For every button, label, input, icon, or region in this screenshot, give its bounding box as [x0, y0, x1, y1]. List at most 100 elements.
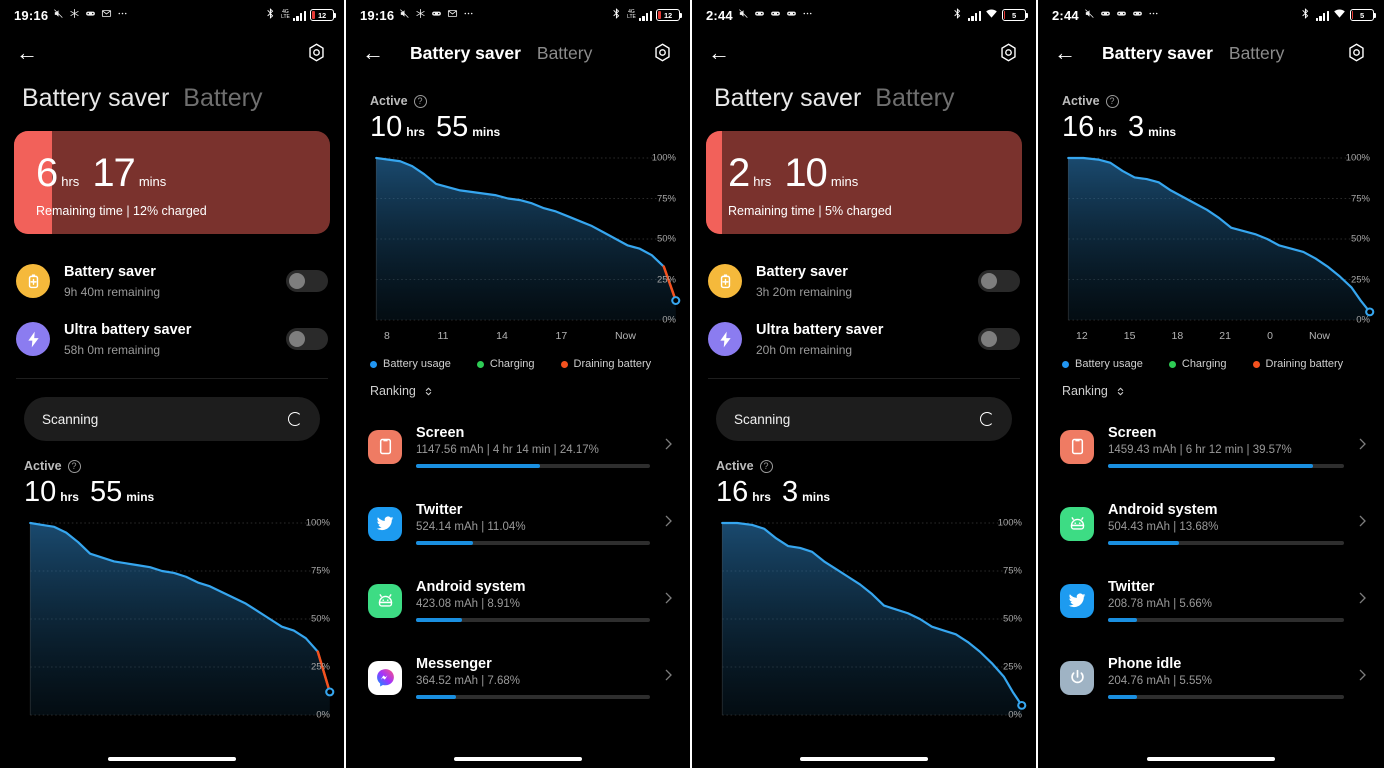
help-icon[interactable]: ? — [413, 94, 427, 108]
app-ranking-row[interactable]: Phone idle 204.76 mAh | 5.55% — [1060, 639, 1370, 716]
saver-subtitle: 3h 20m remaining — [756, 284, 853, 299]
active-label: Active — [716, 459, 754, 473]
screen-icon — [368, 429, 402, 464]
active-label: Active — [370, 94, 408, 108]
home-indicator[interactable] — [108, 757, 236, 761]
active-hours: 16 — [716, 476, 749, 508]
saver-row[interactable]: Battery saver 9h 40m remaining — [16, 252, 328, 310]
battery-percent-label: 5 — [1012, 10, 1016, 20]
saver-title: Battery saver — [64, 264, 156, 281]
y-axis-tick: 25% — [656, 274, 676, 285]
home-indicator[interactable] — [800, 757, 928, 761]
app-usage-meta: 1459.43 mAh | 6 hr 12 min | 39.57% — [1108, 444, 1292, 456]
tab-battery-saver[interactable]: Battery saver — [410, 43, 521, 64]
sort-arrows-icon[interactable] — [1114, 385, 1127, 398]
saver-toggle[interactable] — [978, 270, 1020, 292]
app-ranking-row[interactable]: Android system 504.43 mAh | 13.68% — [1060, 485, 1370, 562]
remaining-time-value: 2 hrs 10 mins — [728, 153, 1022, 193]
tab-battery-saver[interactable]: Battery saver — [714, 84, 861, 113]
app-usage-bar-fill — [416, 695, 456, 699]
home-indicator[interactable] — [454, 757, 582, 761]
back-icon[interactable]: ← — [1054, 42, 1080, 64]
app-usage-bar — [416, 464, 650, 468]
app-ranking-row[interactable]: Android system 423.08 mAh | 8.91% — [368, 562, 676, 639]
settings-icon[interactable] — [1346, 42, 1368, 64]
back-icon[interactable]: ← — [362, 42, 388, 64]
app-ranking-row[interactable]: Screen 1459.43 mAh | 6 hr 12 min | 39.57… — [1060, 408, 1370, 485]
settings-icon[interactable] — [652, 42, 674, 64]
app-ranking-row[interactable]: Twitter 208.78 mAh | 5.66% — [1060, 562, 1370, 639]
scanning-button[interactable]: Scanning — [24, 397, 320, 441]
home-indicator[interactable] — [1147, 757, 1275, 761]
battery-icon: 5 — [1350, 9, 1377, 21]
app-ranking-row[interactable]: Twitter 524.14 mAh | 11.04% — [368, 485, 676, 562]
x-axis-tick: 14 — [496, 330, 508, 342]
wifi-icon — [985, 7, 998, 23]
ranking-header[interactable]: Ranking — [1038, 370, 1384, 402]
page-title-tabs: Battery saver Battery — [0, 76, 344, 119]
saver-toggle[interactable] — [286, 270, 328, 292]
back-icon[interactable]: ← — [16, 42, 42, 64]
battery-chart[interactable]: 0% 25% 50% 75% 100% 8 11 14 17 Now Battery usage… — [346, 153, 690, 370]
tab-battery[interactable]: Battery — [875, 84, 954, 113]
tab-battery-saver[interactable]: Battery saver — [1102, 43, 1213, 64]
legend-item: Charging — [476, 358, 535, 370]
battery-chart[interactable]: 0% 25% 50% 75% 100% 12 15 18 21 0 Now Battery usa… — [1038, 153, 1384, 370]
tab-battery-saver[interactable]: Battery saver — [22, 84, 169, 113]
saver-toggle[interactable] — [978, 328, 1020, 350]
chevron-right-icon[interactable] — [1344, 513, 1370, 534]
page-title-tabs: Battery saver Battery — [692, 76, 1036, 119]
app-ranking-row[interactable]: Messenger 364.52 mAh | 7.68% — [368, 639, 676, 716]
bolt-icon — [708, 322, 742, 356]
game-icon — [770, 8, 781, 22]
chevron-right-icon[interactable] — [650, 667, 676, 688]
mute-icon — [399, 8, 410, 22]
status-bar-left: 19:16 — [360, 8, 474, 23]
ranking-header[interactable]: Ranking — [346, 370, 690, 402]
scanning-label: Scanning — [42, 411, 99, 427]
tab-battery[interactable]: Battery — [537, 43, 592, 64]
more-icon — [463, 8, 474, 22]
legend-label: Draining battery — [1265, 358, 1344, 370]
chevron-right-icon[interactable] — [1344, 436, 1370, 457]
chevron-right-icon[interactable] — [650, 590, 676, 611]
x-axis-tick: 15 — [1123, 330, 1136, 342]
app-ranking-row[interactable]: Screen 1147.56 mAh | 4 hr 14 min | 24.17… — [368, 408, 676, 485]
settings-icon[interactable] — [998, 42, 1020, 64]
saver-toggle[interactable] — [286, 328, 328, 350]
saver-row[interactable]: Ultra battery saver 58h 0m remaining — [16, 310, 328, 368]
chevron-right-icon[interactable] — [1344, 590, 1370, 611]
saver-row[interactable]: Battery saver 3h 20m remaining — [708, 252, 1020, 310]
help-icon[interactable]: ? — [1105, 94, 1119, 108]
active-minutes: 55 — [435, 111, 469, 143]
remaining-time-card[interactable]: 6 hrs 17 mins Remaining time | 12% charg… — [14, 131, 330, 234]
saver-row[interactable]: Ultra battery saver 20h 0m remaining — [708, 310, 1020, 368]
signal-icon — [638, 10, 652, 21]
chevron-right-icon[interactable] — [1344, 667, 1370, 688]
snowflake-icon — [415, 8, 426, 22]
scanning-button[interactable]: Scanning — [716, 397, 1012, 441]
wifi-icon — [1333, 7, 1346, 23]
sort-arrows-icon[interactable] — [422, 385, 435, 398]
tab-battery[interactable]: Battery — [1229, 43, 1284, 64]
battery-percent-label: 5 — [1360, 10, 1364, 20]
help-icon[interactable]: ? — [67, 459, 81, 473]
settings-icon[interactable] — [306, 42, 328, 64]
remaining-time-card[interactable]: 2 hrs 10 mins Remaining time | 5% charge… — [706, 131, 1022, 234]
app-ranking-list: Screen 1147.56 mAh | 4 hr 14 min | 24.17… — [346, 402, 690, 716]
legend-item: Charging — [1168, 358, 1227, 370]
saver-text: Battery saver 3h 20m remaining — [756, 263, 978, 298]
chevron-right-icon[interactable] — [650, 513, 676, 534]
app-bar: ← Battery saver Battery — [1038, 30, 1384, 76]
battery-chart[interactable]: 0% 25% 50% 75% 100% — [692, 518, 1036, 721]
tab-battery[interactable]: Battery — [183, 84, 262, 113]
chevron-right-icon[interactable] — [650, 436, 676, 457]
ranking-label: Ranking — [370, 384, 416, 398]
app-info: Twitter 208.78 mAh | 5.66% — [1108, 579, 1344, 622]
battery-chart[interactable]: 0% 25% 50% 75% 100% — [0, 518, 344, 721]
help-icon[interactable]: ? — [759, 459, 773, 473]
legend-label: Draining battery — [573, 358, 652, 370]
back-icon[interactable]: ← — [708, 42, 734, 64]
remaining-time-value: 6 hrs 17 mins — [36, 153, 330, 193]
app-usage-meta: 208.78 mAh | 5.66% — [1108, 598, 1212, 610]
